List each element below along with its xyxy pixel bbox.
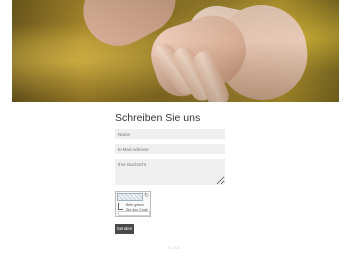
name-input[interactable]: [115, 129, 225, 139]
contact-heading: Schreiben Sie uns: [115, 112, 201, 124]
captcha-widget: ↻ Bitte geben Sie den Code ein: [115, 191, 151, 217]
refresh-icon[interactable]: ↻: [144, 193, 149, 200]
captcha-audio-icon[interactable]: [118, 203, 123, 210]
captcha-image: [117, 193, 143, 201]
hero-image: [12, 0, 339, 102]
captcha-input[interactable]: [118, 211, 150, 216]
footer-copyright: © 2016: [168, 246, 181, 250]
email-input[interactable]: [115, 144, 225, 154]
hero-overlay: [12, 0, 339, 102]
message-textarea[interactable]: [115, 159, 225, 185]
submit-button[interactable]: Senden: [115, 224, 134, 234]
